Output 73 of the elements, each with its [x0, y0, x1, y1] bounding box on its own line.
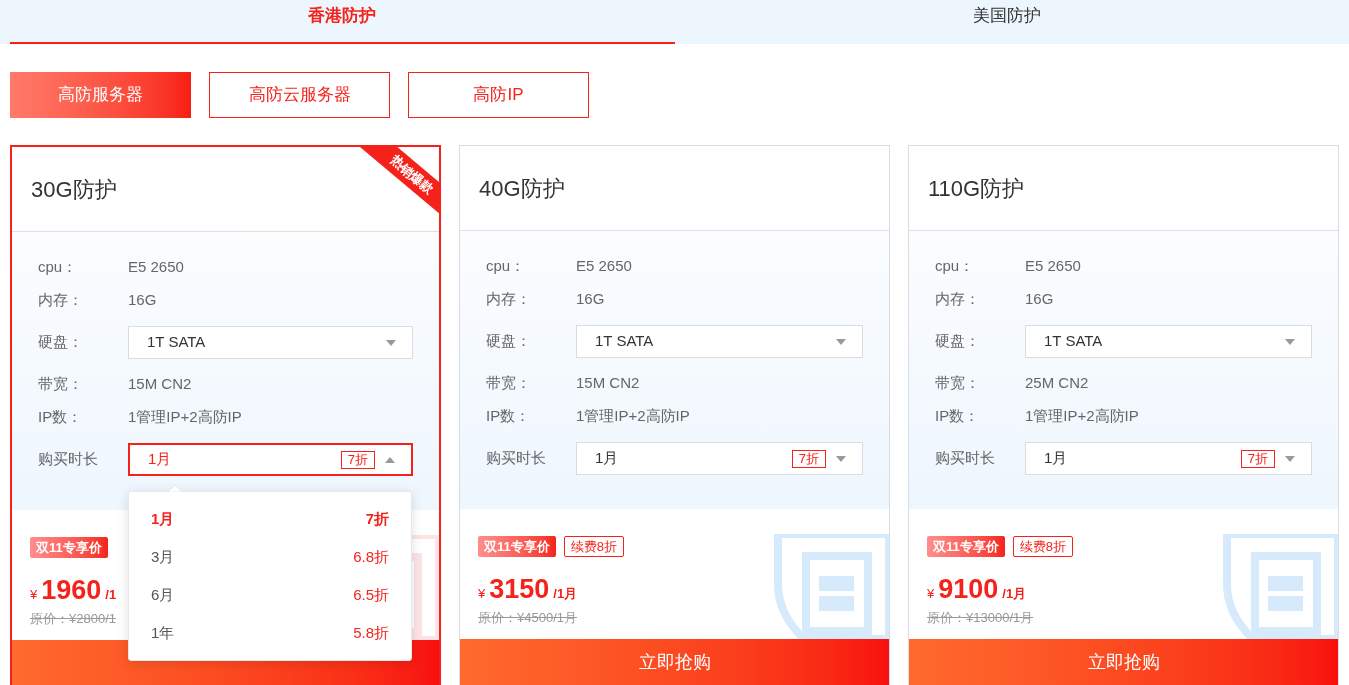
- caret-icon: [836, 455, 846, 462]
- spec-label: 内存：: [935, 289, 981, 310]
- promo-badge: 双11专享价: [927, 536, 1005, 557]
- discount-badge: 7折: [1240, 449, 1275, 468]
- caret-icon: [386, 339, 396, 346]
- card-title: 110G防护: [928, 174, 1025, 203]
- spec-value: 16G: [128, 290, 157, 311]
- price: 1960: [41, 574, 102, 607]
- select-field[interactable]: 1T SATA: [1025, 325, 1312, 358]
- spec-label: IP数：: [486, 406, 532, 427]
- dropdown-option[interactable]: 3月 6.8折: [129, 538, 411, 576]
- spec-value: E5 2650: [128, 257, 184, 278]
- spec-label: 硬盘：: [38, 332, 84, 353]
- price: 9100: [938, 573, 999, 606]
- spec-value: 1管理IP+2高防IP: [1025, 406, 1139, 427]
- original-price: 原价：¥13000/1月: [927, 610, 1034, 625]
- spec-value: 1管理IP+2高防IP: [576, 406, 690, 427]
- spec-value: 16G: [1025, 289, 1054, 310]
- discount-badge: 7折: [340, 450, 375, 469]
- select-field[interactable]: 1月 7折: [576, 442, 863, 475]
- spec-label: 硬盘：: [935, 331, 981, 352]
- spec-label: 内存：: [38, 290, 84, 311]
- spec-label: 购买时长: [935, 448, 996, 469]
- price: 3150: [489, 573, 550, 606]
- spec-value: E5 2650: [1025, 256, 1081, 277]
- card-title: 30G防护: [31, 175, 117, 204]
- dropdown-option[interactable]: 6月 6.5折: [129, 576, 411, 614]
- currency-sign: ¥: [30, 586, 38, 604]
- spec-value: 15M CN2: [576, 373, 640, 394]
- spec-label: 购买时长: [486, 448, 547, 469]
- original-price: 原价：¥4500/1月: [478, 610, 577, 625]
- promo-badge: 双11专享价: [30, 537, 108, 558]
- renewal-badge: 续费8折: [1012, 536, 1073, 557]
- price-unit: /1: [105, 586, 117, 604]
- spec-value: 1管理IP+2高防IP: [128, 407, 242, 428]
- spec-value: 16G: [576, 289, 605, 310]
- spec-value: 15M CN2: [128, 374, 192, 395]
- caret-icon: [1285, 338, 1295, 345]
- spec-label: 购买时长: [38, 449, 99, 470]
- dropdown-option[interactable]: 1月 7折: [129, 500, 411, 538]
- renewal-badge: 续费8折: [563, 536, 624, 557]
- spec-label: IP数：: [935, 406, 981, 427]
- spec-label: 带宽：: [486, 373, 532, 394]
- caret-icon: [385, 456, 395, 463]
- spec-value: 25M CN2: [1025, 373, 1089, 394]
- promo-badge: 双11专享价: [478, 536, 556, 557]
- select-field[interactable]: 1T SATA: [576, 325, 863, 358]
- discount-badge: 7折: [791, 449, 826, 468]
- spec-label: IP数：: [38, 407, 84, 428]
- currency-sign: ¥: [478, 585, 486, 603]
- original-price: 原价：¥2800/1: [30, 611, 116, 626]
- spec-label: cpu：: [935, 256, 976, 277]
- category-button[interactable]: 高防云服务器: [209, 72, 390, 118]
- spec-label: 内存：: [486, 289, 532, 310]
- spec-label: 硬盘：: [486, 331, 532, 352]
- select-field[interactable]: 1月 7折: [1025, 442, 1312, 475]
- spec-label: cpu：: [38, 257, 79, 278]
- card-title: 40G防护: [479, 174, 565, 203]
- region-tab[interactable]: 美国防护: [674, 0, 1339, 44]
- price-unit: /1月: [553, 585, 578, 603]
- currency-sign: ¥: [927, 585, 935, 603]
- price-unit: /1月: [1002, 585, 1027, 603]
- caret-icon: [836, 338, 846, 345]
- dropdown-option[interactable]: 1年 5.8折: [129, 614, 411, 652]
- caret-icon: [1285, 455, 1295, 462]
- select-field[interactable]: 1T SATA: [128, 326, 413, 359]
- spec-label: 带宽：: [38, 374, 84, 395]
- spec-label: cpu：: [486, 256, 527, 277]
- region-tab[interactable]: 香港防护: [10, 0, 675, 44]
- select-field[interactable]: 1月 7折: [128, 443, 413, 476]
- spec-label: 带宽：: [935, 373, 981, 394]
- spec-value: E5 2650: [576, 256, 632, 277]
- category-button[interactable]: 高防IP: [408, 72, 589, 118]
